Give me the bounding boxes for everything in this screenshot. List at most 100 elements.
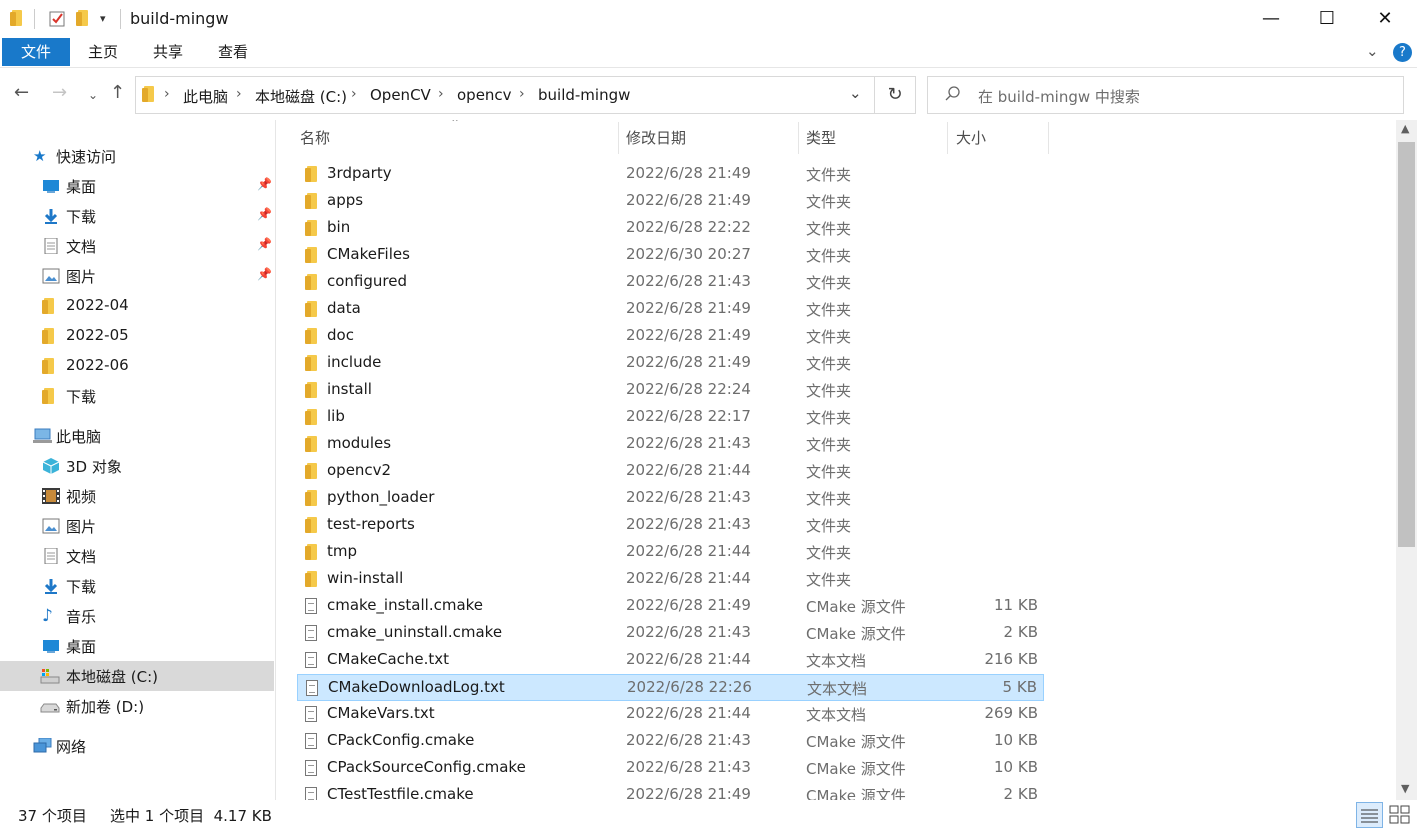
- customize-quick-access-icon[interactable]: ▾: [100, 12, 106, 25]
- sidebar-item-local-disk-c[interactable]: 本地磁盘 (C:): [0, 661, 274, 691]
- sidebar-item-3d-objects[interactable]: 3D 对象: [0, 451, 274, 481]
- folder-row[interactable]: python_loader 2022/6/28 21:43 文件夹: [297, 485, 1044, 512]
- back-arrow-icon[interactable]: ←: [14, 82, 29, 103]
- folder-icon: [305, 490, 319, 510]
- breadcrumb-separator-icon[interactable]: ›: [519, 86, 525, 102]
- search-placeholder: 在 build-mingw 中搜索: [978, 88, 1140, 106]
- refresh-icon[interactable]: ↻: [875, 76, 916, 114]
- picture-icon: [42, 518, 60, 534]
- file-name: CMakeDownloadLog.txt: [328, 678, 505, 696]
- sidebar-item-videos[interactable]: 视频: [0, 481, 274, 511]
- tab-view[interactable]: 查看: [205, 38, 261, 66]
- sidebar-item-new-volume-d[interactable]: 新加卷 (D:): [0, 691, 274, 721]
- breadcrumb-build-mingw[interactable]: build-mingw: [538, 86, 630, 104]
- breadcrumb-separator-icon[interactable]: ›: [164, 86, 170, 102]
- folder-row[interactable]: install 2022/6/28 22:24 文件夹: [297, 377, 1044, 404]
- folder-row[interactable]: bin 2022/6/28 22:22 文件夹: [297, 215, 1044, 242]
- column-header-date[interactable]: 修改日期: [626, 126, 798, 156]
- folder-row[interactable]: include 2022/6/28 21:49 文件夹: [297, 350, 1044, 377]
- file-size: 5 KB: [1002, 678, 1037, 696]
- column-divider[interactable]: [947, 122, 948, 154]
- sidebar-item-pictures[interactable]: 图片 📌: [0, 261, 274, 291]
- sidebar-item-network[interactable]: 网络: [0, 731, 274, 761]
- scrollbar-thumb[interactable]: [1398, 142, 1415, 547]
- tab-share[interactable]: 共享: [140, 38, 196, 66]
- sidebar-item-folder-downloads[interactable]: 下载: [0, 381, 274, 411]
- file-name: tmp: [327, 542, 358, 560]
- recent-locations-chevron-icon[interactable]: ⌄: [88, 88, 98, 102]
- breadcrumb-opencv[interactable]: opencv: [457, 86, 512, 104]
- properties-check-icon[interactable]: [48, 10, 66, 28]
- address-dropdown-chevron-icon[interactable]: ⌄: [849, 84, 862, 102]
- column-divider[interactable]: [1048, 122, 1049, 154]
- expand-ribbon-icon[interactable]: ⌄: [1366, 42, 1379, 60]
- folder-row[interactable]: win-install 2022/6/28 21:44 文件夹: [297, 566, 1044, 593]
- column-divider[interactable]: [798, 122, 799, 154]
- sidebar-item-music[interactable]: ♪ 音乐: [0, 601, 274, 631]
- breadcrumb-this-pc[interactable]: 此电脑: [183, 86, 228, 107]
- tab-home[interactable]: 主页: [75, 38, 131, 66]
- column-header-name[interactable]: 名称: [300, 126, 618, 156]
- close-button[interactable]: ✕: [1356, 0, 1414, 38]
- column-divider[interactable]: [618, 122, 619, 154]
- minimize-button[interactable]: —: [1242, 0, 1300, 38]
- column-header-type[interactable]: 类型: [806, 126, 947, 156]
- breadcrumb-opencv-root[interactable]: OpenCV: [370, 86, 431, 104]
- sidebar-item-label: 下载: [66, 578, 97, 596]
- address-bar[interactable]: › 此电脑 › 本地磁盘 (C:) › OpenCV › opencv › bu…: [135, 76, 875, 114]
- file-row[interactable]: CMakeCache.txt 2022/6/28 21:44 文本文档 216 KB: [297, 647, 1044, 674]
- sidebar-item-downloads[interactable]: 下载 📌: [0, 201, 274, 231]
- file-row[interactable]: CTestTestfile.cmake 2022/6/28 21:49 CMake …: [297, 782, 1044, 800]
- breadcrumb-separator-icon[interactable]: ›: [438, 86, 444, 102]
- file-row[interactable]: cmake_uninstall.cmake 2022/6/28 21:43 CMak…: [297, 620, 1044, 647]
- folder-row[interactable]: CMakeFiles 2022/6/30 20:27 文件夹: [297, 242, 1044, 269]
- modified-date: 2022/6/28 21:43: [626, 488, 751, 506]
- breadcrumb-local-disk[interactable]: 本地磁盘 (C:): [255, 86, 347, 107]
- file-row[interactable]: CPackConfig.cmake 2022/6/28 21:43 CMake 源文…: [297, 728, 1044, 755]
- folder-row[interactable]: modules 2022/6/28 21:43 文件夹: [297, 431, 1044, 458]
- sidebar-item-folder-2022-06[interactable]: 2022-06: [0, 351, 274, 381]
- sidebar-item-quick-access[interactable]: ★ 快速访问: [0, 141, 274, 171]
- search-icon: [944, 85, 962, 107]
- folder-icon[interactable]: [10, 10, 28, 28]
- sidebar-item-documents[interactable]: 文档 📌: [0, 231, 274, 261]
- folder-row[interactable]: lib 2022/6/28 22:17 文件夹: [297, 404, 1044, 431]
- sidebar-item-folder-2022-04[interactable]: 2022-04: [0, 291, 274, 321]
- sidebar-item-this-pc[interactable]: 此电脑: [0, 421, 274, 451]
- folder-row[interactable]: configured 2022/6/28 21:43 文件夹: [297, 269, 1044, 296]
- column-header-size[interactable]: 大小: [956, 126, 1048, 156]
- help-icon[interactable]: ?: [1393, 43, 1412, 62]
- file-row[interactable]: CMakeVars.txt 2022/6/28 21:44 文本文档 269 KB: [297, 701, 1044, 728]
- sidebar-item-pc-pictures[interactable]: 图片: [0, 511, 274, 541]
- sidebar-item-pc-desktop[interactable]: 桌面: [0, 631, 274, 661]
- large-icons-view-icon[interactable]: [1388, 804, 1412, 830]
- scroll-down-arrow-icon[interactable]: ▼: [1401, 782, 1409, 795]
- scroll-up-arrow-icon[interactable]: ▲: [1401, 122, 1409, 135]
- breadcrumb-separator-icon[interactable]: ›: [236, 86, 242, 102]
- file-name: CPackSourceConfig.cmake: [327, 758, 526, 776]
- folder-row[interactable]: test-reports 2022/6/28 21:43 文件夹: [297, 512, 1044, 539]
- tab-file[interactable]: 文件: [2, 38, 70, 66]
- modified-date: 2022/6/28 21:49: [626, 191, 751, 209]
- file-row[interactable]: cmake_install.cmake 2022/6/28 21:49 CMake …: [297, 593, 1044, 620]
- breadcrumb-separator-icon[interactable]: ›: [351, 86, 357, 102]
- folder-row[interactable]: data 2022/6/28 21:49 文件夹: [297, 296, 1044, 323]
- folder-row[interactable]: apps 2022/6/28 21:49 文件夹: [297, 188, 1044, 215]
- folder-row[interactable]: 3rdparty 2022/6/28 21:49 文件夹: [297, 161, 1044, 188]
- sidebar-item-pc-downloads[interactable]: 下载: [0, 571, 274, 601]
- folder-row[interactable]: opencv2 2022/6/28 21:44 文件夹: [297, 458, 1044, 485]
- sidebar-item-desktop[interactable]: 桌面 📌: [0, 171, 274, 201]
- file-row[interactable]: CPackSourceConfig.cmake 2022/6/28 21:43 CM…: [297, 755, 1044, 782]
- search-box[interactable]: 在 build-mingw 中搜索: [927, 76, 1404, 114]
- up-arrow-icon[interactable]: ↑: [110, 82, 125, 103]
- maximize-button[interactable]: ☐: [1298, 0, 1356, 38]
- folder-row[interactable]: tmp 2022/6/28 21:44 文件夹: [297, 539, 1044, 566]
- folder-row[interactable]: doc 2022/6/28 21:49 文件夹: [297, 323, 1044, 350]
- new-folder-icon[interactable]: [76, 10, 94, 28]
- sidebar-item-folder-2022-05[interactable]: 2022-05: [0, 321, 274, 351]
- modified-date: 2022/6/28 21:44: [626, 569, 751, 587]
- details-view-icon[interactable]: [1356, 802, 1383, 828]
- forward-arrow-icon[interactable]: →: [52, 82, 67, 103]
- file-row[interactable]: CMakeDownloadLog.txt 2022/6/28 22:26 文本文档 5…: [297, 674, 1044, 701]
- sidebar-item-pc-documents[interactable]: 文档: [0, 541, 274, 571]
